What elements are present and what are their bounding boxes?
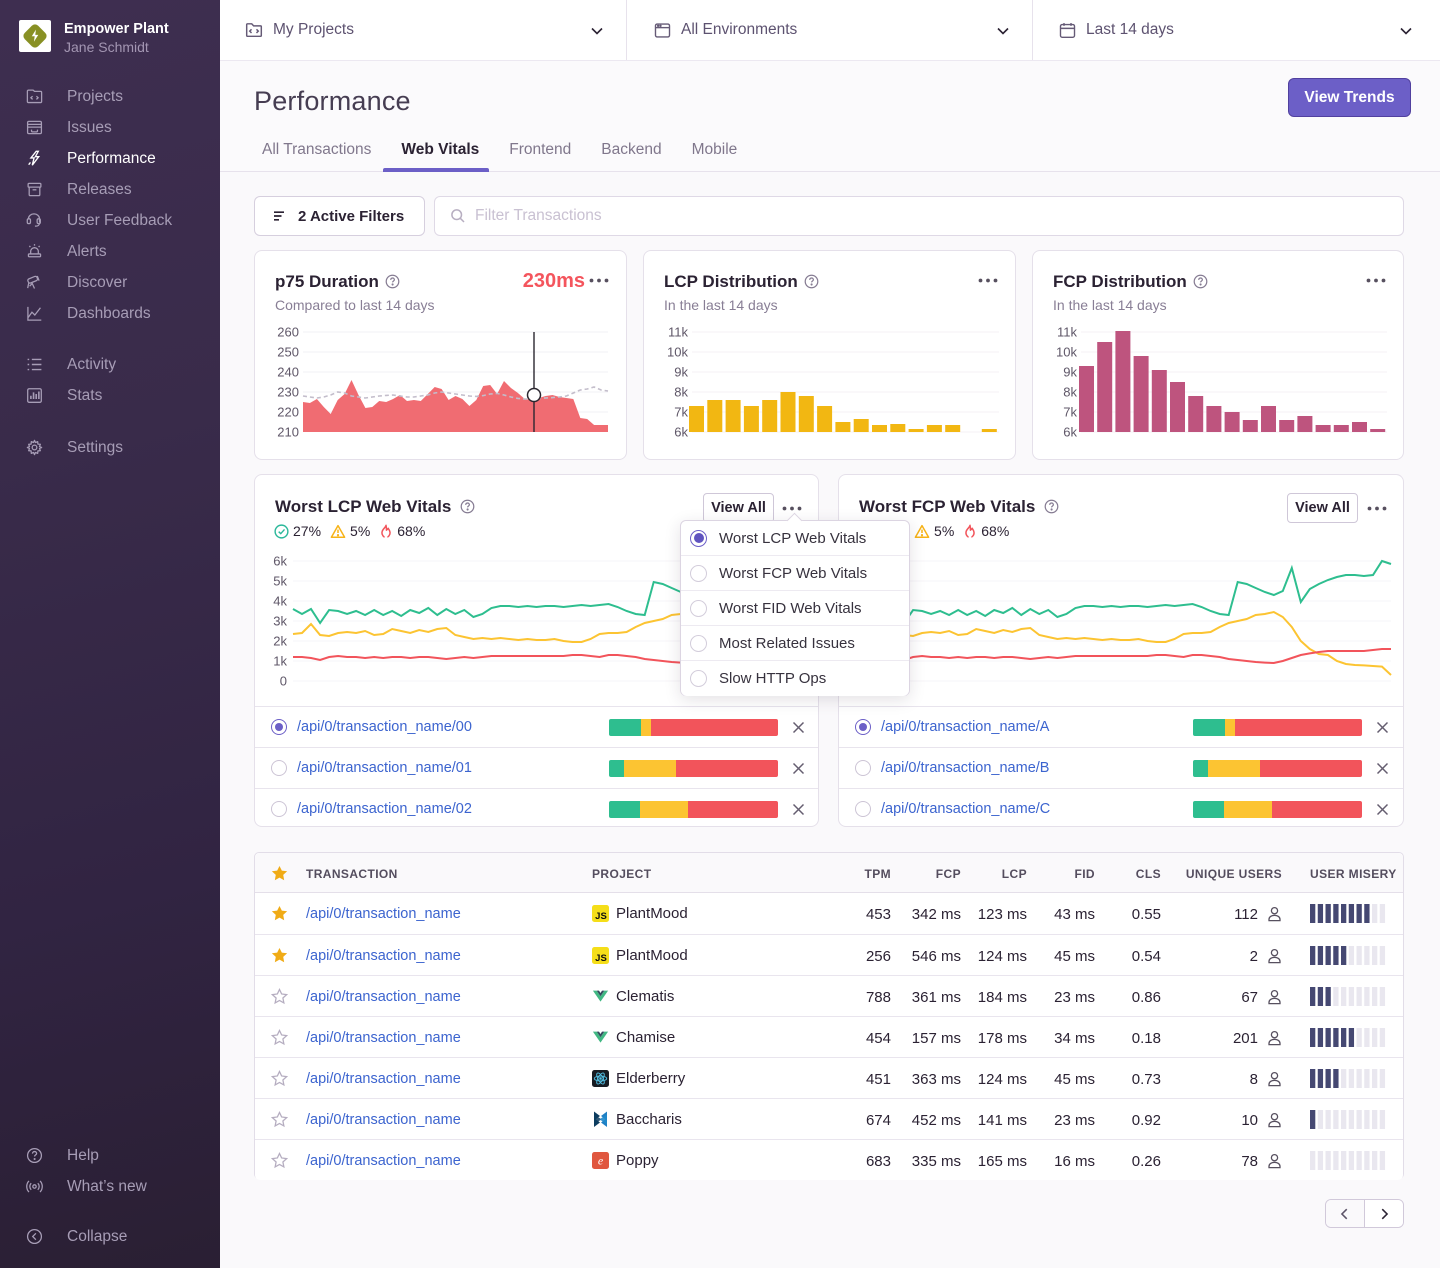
svg-text:5k: 5k	[273, 574, 287, 589]
svg-text:6k: 6k	[674, 425, 688, 440]
svg-text:220: 220	[277, 405, 299, 420]
svg-text:10k: 10k	[667, 345, 688, 360]
svg-text:JS: JS	[595, 953, 607, 964]
svg-text:1k: 1k	[273, 654, 287, 669]
svg-text:3k: 3k	[273, 614, 287, 629]
svg-text:10k: 10k	[1056, 345, 1077, 360]
svg-text:4k: 4k	[273, 594, 287, 609]
svg-text:11k: 11k	[1057, 325, 1077, 340]
svg-text:250: 250	[277, 345, 299, 360]
svg-text:260: 260	[277, 325, 299, 340]
svg-text:11k: 11k	[668, 325, 688, 340]
svg-text:7k: 7k	[674, 405, 688, 420]
svg-text:JS: JS	[595, 911, 607, 922]
svg-text:9k: 9k	[674, 365, 688, 380]
svg-text:6k: 6k	[1063, 425, 1077, 440]
svg-text:240: 240	[277, 365, 299, 380]
svg-text:2k: 2k	[273, 634, 287, 649]
svg-text:8k: 8k	[1063, 385, 1077, 400]
svg-text:8k: 8k	[674, 385, 688, 400]
svg-text:210: 210	[277, 425, 299, 440]
svg-text:230: 230	[277, 385, 299, 400]
svg-text:9k: 9k	[1063, 365, 1077, 380]
svg-text:0: 0	[280, 674, 287, 689]
svg-text:e: e	[598, 1154, 604, 1168]
svg-text:6k: 6k	[273, 554, 287, 569]
svg-text:7k: 7k	[1063, 405, 1077, 420]
